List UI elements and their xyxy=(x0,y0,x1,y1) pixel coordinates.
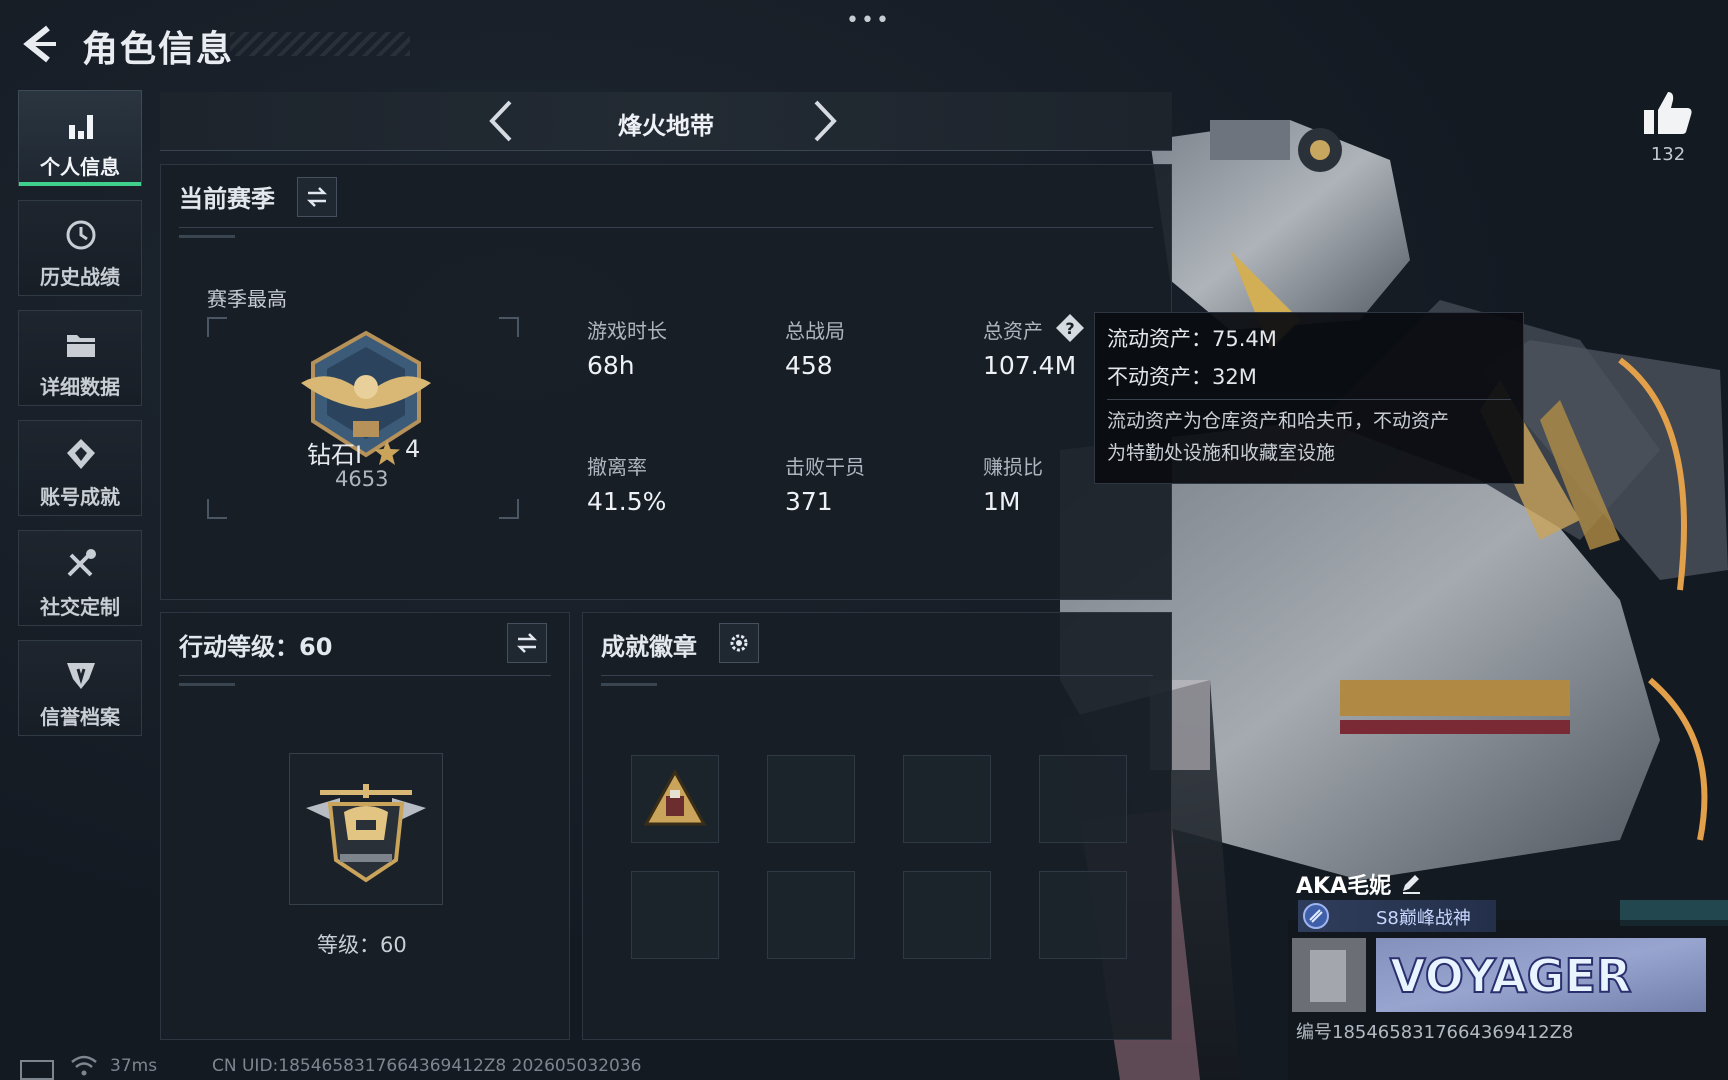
folder-icon xyxy=(67,335,95,357)
badge-slot-3[interactable] xyxy=(903,755,991,843)
status-footer: 37ms CN UID:1854658317664369412Z8 202605… xyxy=(20,1052,780,1080)
action-level-title: 行动等级：60 xyxy=(179,633,333,661)
player-banner-text: VOYAGER xyxy=(1390,949,1631,1003)
rank-star-count: 4 xyxy=(405,435,421,463)
swap-arrows-icon xyxy=(516,633,538,653)
chevron-right-icon[interactable] xyxy=(800,98,846,144)
mode-title: 烽火地带 xyxy=(618,112,714,140)
stat-label-total-matches: 总战局 xyxy=(785,319,845,343)
bar-chart-icon xyxy=(69,115,93,139)
sidebar-item-label: 社交定制 xyxy=(40,595,120,619)
help-question-icon[interactable]: ? xyxy=(1055,313,1085,343)
sidebar-item-match-history[interactable]: 历史战绩 xyxy=(18,200,142,296)
device-icon xyxy=(20,1060,54,1080)
stat-value-profit-ratio: 1M xyxy=(983,487,1021,516)
tools-icon xyxy=(67,549,96,577)
current-season-panel: 当前赛季 赛季最高 钻石I 4 4653 游戏时长 68h 总战局 458 总资… xyxy=(160,164,1172,600)
mode-switch-bar: 烽火地带 xyxy=(160,92,1172,151)
action-level-panel: 行动等级：60 等级：60 xyxy=(160,612,570,1040)
rank-name: 钻石I xyxy=(307,441,363,469)
season-swap-button[interactable] xyxy=(297,177,337,217)
stat-value-total-matches: 458 xyxy=(785,351,833,380)
divider-accent xyxy=(179,683,235,686)
stat-label-profit-ratio: 赚损比 xyxy=(983,455,1043,479)
sidebar-item-label: 个人信息 xyxy=(40,155,120,179)
frame-corner xyxy=(499,317,519,337)
shield-icon xyxy=(67,663,95,689)
swap-arrows-icon xyxy=(306,187,328,207)
stat-label-playtime: 游戏时长 xyxy=(587,319,667,343)
tooltip-description-line2: 为特勤处设施和收藏室设施 xyxy=(1107,442,1336,464)
achievement-badges-panel: 成就徽章 xyxy=(582,612,1172,1040)
badge-slot-5[interactable] xyxy=(631,871,719,959)
history-clock-icon xyxy=(66,220,96,250)
stat-value-operators-defeated: 371 xyxy=(785,487,833,516)
edit-pencil-icon[interactable] xyxy=(1400,872,1422,894)
network-ping: 37ms xyxy=(110,1056,158,1076)
page-title: 角色信息 xyxy=(82,29,235,70)
wifi-icon xyxy=(71,1055,97,1076)
player-title-tag: S8巅峰战神 xyxy=(1298,900,1496,932)
stat-value-playtime: 68h xyxy=(587,351,635,380)
tooltip-description-line1: 流动资产为仓库资产和哈夫币，不动资产 xyxy=(1107,410,1450,432)
sidebar-item-label: 详细数据 xyxy=(40,375,120,399)
stat-value-extract-rate: 41.5% xyxy=(587,487,667,516)
assets-tooltip: 流动资产：75.4M 不动资产：32M 流动资产为仓库资产和哈夫币，不动资产 为… xyxy=(1094,312,1524,484)
player-title-text: S8巅峰战神 xyxy=(1376,908,1471,929)
sidebar-item-achievements[interactable]: 账号成就 xyxy=(18,420,142,516)
stat-label-extract-rate: 撤离率 xyxy=(587,455,647,479)
svg-text:?: ? xyxy=(1065,319,1074,338)
season-best-label: 赛季最高 xyxy=(207,287,287,311)
sidebar-item-label: 账号成就 xyxy=(40,485,120,509)
season-panel-title: 当前赛季 xyxy=(179,185,275,213)
footer-uid: CN UID:1854658317664369412Z8 20260503203… xyxy=(212,1056,642,1076)
level-emblem-frame xyxy=(289,753,443,905)
tooltip-divider xyxy=(1107,399,1511,400)
sidebar-item-credit-profile[interactable]: 信誉档案 xyxy=(18,640,142,736)
sidebar-item-label: 信誉档案 xyxy=(40,705,120,729)
divider xyxy=(601,675,1153,676)
badge-slot-2[interactable] xyxy=(767,755,855,843)
title-decoration xyxy=(230,32,410,56)
badge-slot-8[interactable] xyxy=(1039,871,1127,959)
helicopter-emblem-icon xyxy=(306,784,426,883)
tooltip-fixed-assets: 不动资产：32M xyxy=(1107,365,1257,389)
badge-slot-4[interactable] xyxy=(1039,755,1127,843)
stat-label-total-assets: 总资产 xyxy=(983,319,1043,343)
rank-score: 4653 xyxy=(335,467,389,491)
sidebar-item-social-custom[interactable]: 社交定制 xyxy=(18,530,142,626)
stat-value-total-assets: 107.4M xyxy=(983,351,1077,380)
frame-corner xyxy=(207,499,227,519)
achievement-badge-icon xyxy=(67,439,95,469)
sidebar-item-label: 历史战绩 xyxy=(40,265,120,289)
stat-label-operators-defeated: 击败干员 xyxy=(785,455,865,479)
player-name: AKA毛妮 xyxy=(1296,874,1392,899)
badge-slot-1[interactable] xyxy=(631,755,719,843)
back-arrow-icon[interactable] xyxy=(18,22,62,66)
badge-settings-button[interactable] xyxy=(719,623,759,663)
divider xyxy=(179,227,1153,228)
more-menu-icon[interactable]: ••• xyxy=(846,8,891,33)
divider-accent xyxy=(179,235,235,238)
divider xyxy=(179,675,551,676)
top-bar: 角色信息 ••• xyxy=(0,0,1728,90)
badge-slot-6[interactable] xyxy=(767,871,855,959)
frame-corner xyxy=(207,317,227,337)
sidebar-item-detailed-data[interactable]: 详细数据 xyxy=(18,310,142,406)
sidebar-item-personal-info[interactable]: 个人信息 xyxy=(18,90,142,186)
level-text: 等级：60 xyxy=(317,933,407,957)
warning-badge-icon xyxy=(643,768,707,826)
player-id-number: 编号1854658317664369412Z8 xyxy=(1296,1022,1574,1043)
tooltip-liquid-assets: 流动资产：75.4M xyxy=(1107,327,1277,351)
frame-corner xyxy=(499,499,519,519)
badge-slot-7[interactable] xyxy=(903,871,991,959)
action-level-swap-button[interactable] xyxy=(507,623,547,663)
divider-accent xyxy=(601,683,657,686)
star-icon xyxy=(374,440,400,465)
title-emblem-icon xyxy=(1303,903,1329,929)
gear-icon xyxy=(730,634,748,652)
achievements-title: 成就徽章 xyxy=(601,633,697,661)
